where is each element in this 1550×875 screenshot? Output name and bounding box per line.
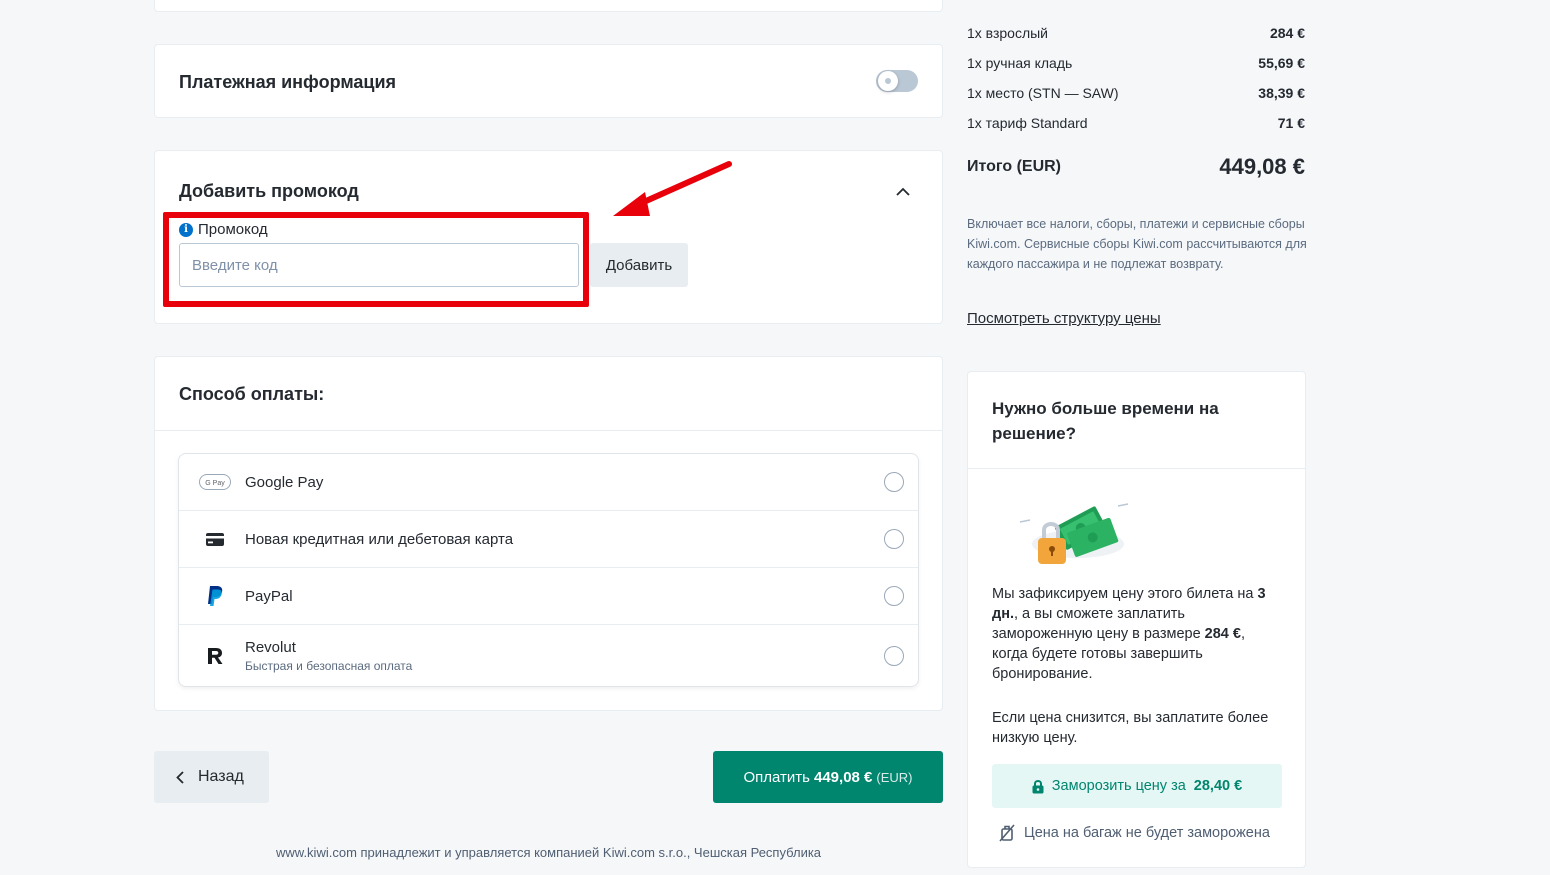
freeze-description: Мы зафиксируем цену этого билета на 3 дн… bbox=[992, 584, 1282, 684]
price-row: 1x место (STN — SAW) 38,39 € bbox=[967, 85, 1305, 101]
no-baggage-icon bbox=[998, 824, 1016, 842]
freeze-text-1: Мы зафиксируем цену этого билета на bbox=[992, 586, 1258, 602]
credit-card-icon bbox=[199, 532, 231, 546]
bag-note: Цена на багаж не будет заморожена bbox=[998, 824, 1270, 842]
add-promo-button[interactable]: Добавить bbox=[590, 243, 688, 287]
annotation-arrow bbox=[613, 161, 732, 216]
radio-revolut[interactable] bbox=[884, 645, 904, 666]
freeze-frozen-price: 284 € bbox=[1204, 626, 1241, 642]
radio-google-pay[interactable] bbox=[884, 472, 904, 492]
pay-label: Оплатить bbox=[743, 768, 811, 786]
payment-info-title: Платежная информация bbox=[179, 72, 397, 92]
price-label: 1x взрослый bbox=[967, 25, 1048, 41]
svg-text:G Pay: G Pay bbox=[205, 480, 225, 487]
paypal-icon bbox=[199, 585, 231, 607]
price-row: 1x взрослый 284 € bbox=[967, 25, 1305, 41]
revolut-icon bbox=[199, 647, 231, 665]
payment-info-card: Платежная информация bbox=[154, 44, 943, 118]
chevron-left-icon bbox=[176, 770, 184, 784]
payment-method-divider bbox=[155, 430, 942, 431]
freeze-button-label: Заморозить цену за bbox=[1051, 778, 1186, 794]
price-label: 1x место (STN — SAW) bbox=[967, 85, 1119, 101]
payment-option-google-pay[interactable]: G Pay Google Pay bbox=[179, 454, 918, 511]
lock-icon bbox=[1032, 779, 1044, 794]
freeze-price-card: Нужно больше времени на решение? Мы зафи… bbox=[967, 371, 1306, 868]
payment-method-card: Способ оплаты: G Pay Google Pay Новая кр… bbox=[154, 356, 943, 711]
payment-option-name: PayPal bbox=[245, 587, 293, 605]
freeze-button-price: 28,40 € bbox=[1193, 778, 1243, 794]
total-row: Итого (EUR) 449,08 € bbox=[967, 154, 1305, 180]
payment-option-name: Revolut bbox=[245, 638, 296, 656]
price-row: 1x ручная кладь 55,69 € bbox=[967, 55, 1305, 71]
pay-button[interactable]: Оплатить 449,08 € (EUR) bbox=[713, 751, 943, 803]
payment-option-paypal[interactable]: PayPal bbox=[179, 568, 918, 625]
price-value: 55,69 € bbox=[1258, 55, 1305, 71]
payment-option-subtitle: Быстрая и безопасная оплата bbox=[245, 658, 413, 673]
price-label: 1x ручная кладь bbox=[967, 55, 1073, 71]
price-row: 1x тариф Standard 71 € bbox=[967, 115, 1305, 131]
payment-info-toggle[interactable] bbox=[876, 70, 918, 92]
radio-paypal[interactable] bbox=[884, 586, 904, 606]
freeze-lower-price-note: Если цена снизится, вы заплатите более н… bbox=[992, 710, 1269, 746]
freeze-price-button[interactable]: Заморозить цену за 28,40 € bbox=[992, 764, 1282, 808]
radio-card[interactable] bbox=[884, 529, 904, 549]
payment-option-name: Google Pay bbox=[245, 473, 324, 491]
price-label: 1x тариф Standard bbox=[967, 115, 1088, 131]
pay-amount: 449,08 € bbox=[814, 768, 873, 786]
google-pay-icon: G Pay bbox=[199, 474, 231, 490]
back-button[interactable]: Назад bbox=[154, 751, 269, 803]
back-label: Назад bbox=[198, 768, 244, 785]
payment-option-name: Новая кредитная или дебетовая карта bbox=[245, 530, 514, 548]
taxes-note: Включает все налоги, сборы, платежи и се… bbox=[967, 217, 1307, 271]
freeze-text-2: , а вы сможете заплатить замороженную це… bbox=[992, 606, 1205, 642]
payment-option-revolut[interactable]: Revolut Быстрая и безопасная оплата bbox=[179, 625, 918, 686]
total-label: Итого (EUR) bbox=[967, 158, 1062, 175]
price-structure-link[interactable]: Посмотреть структуру цены bbox=[967, 310, 1161, 327]
freeze-title: Нужно больше времени на решение? bbox=[992, 399, 1219, 443]
payment-method-title: Способ оплаты: bbox=[179, 384, 325, 404]
pay-currency: (EUR) bbox=[876, 769, 913, 785]
price-value: 38,39 € bbox=[1258, 85, 1305, 101]
toggle-knob bbox=[878, 71, 898, 91]
footer-text: www.kiwi.com принадлежит и управляется к… bbox=[276, 845, 822, 860]
freeze-divider bbox=[968, 468, 1305, 469]
price-value: 284 € bbox=[1269, 25, 1305, 41]
chevron-up-icon[interactable] bbox=[896, 183, 910, 199]
promo-title: Добавить промокод bbox=[179, 181, 359, 201]
price-value: 71 € bbox=[1277, 115, 1305, 131]
payment-methods-list: G Pay Google Pay Новая кредитная или деб… bbox=[178, 453, 919, 687]
annotation-highlight-box bbox=[163, 212, 589, 307]
payment-option-card[interactable]: Новая кредитная или дебетовая карта bbox=[179, 511, 918, 568]
previous-section-card bbox=[154, 0, 943, 12]
total-value: 449,08 € bbox=[1219, 154, 1305, 179]
locked-money-illustration bbox=[1019, 503, 1129, 564]
bag-note-text: Цена на багаж не будет заморожена bbox=[1024, 825, 1270, 841]
